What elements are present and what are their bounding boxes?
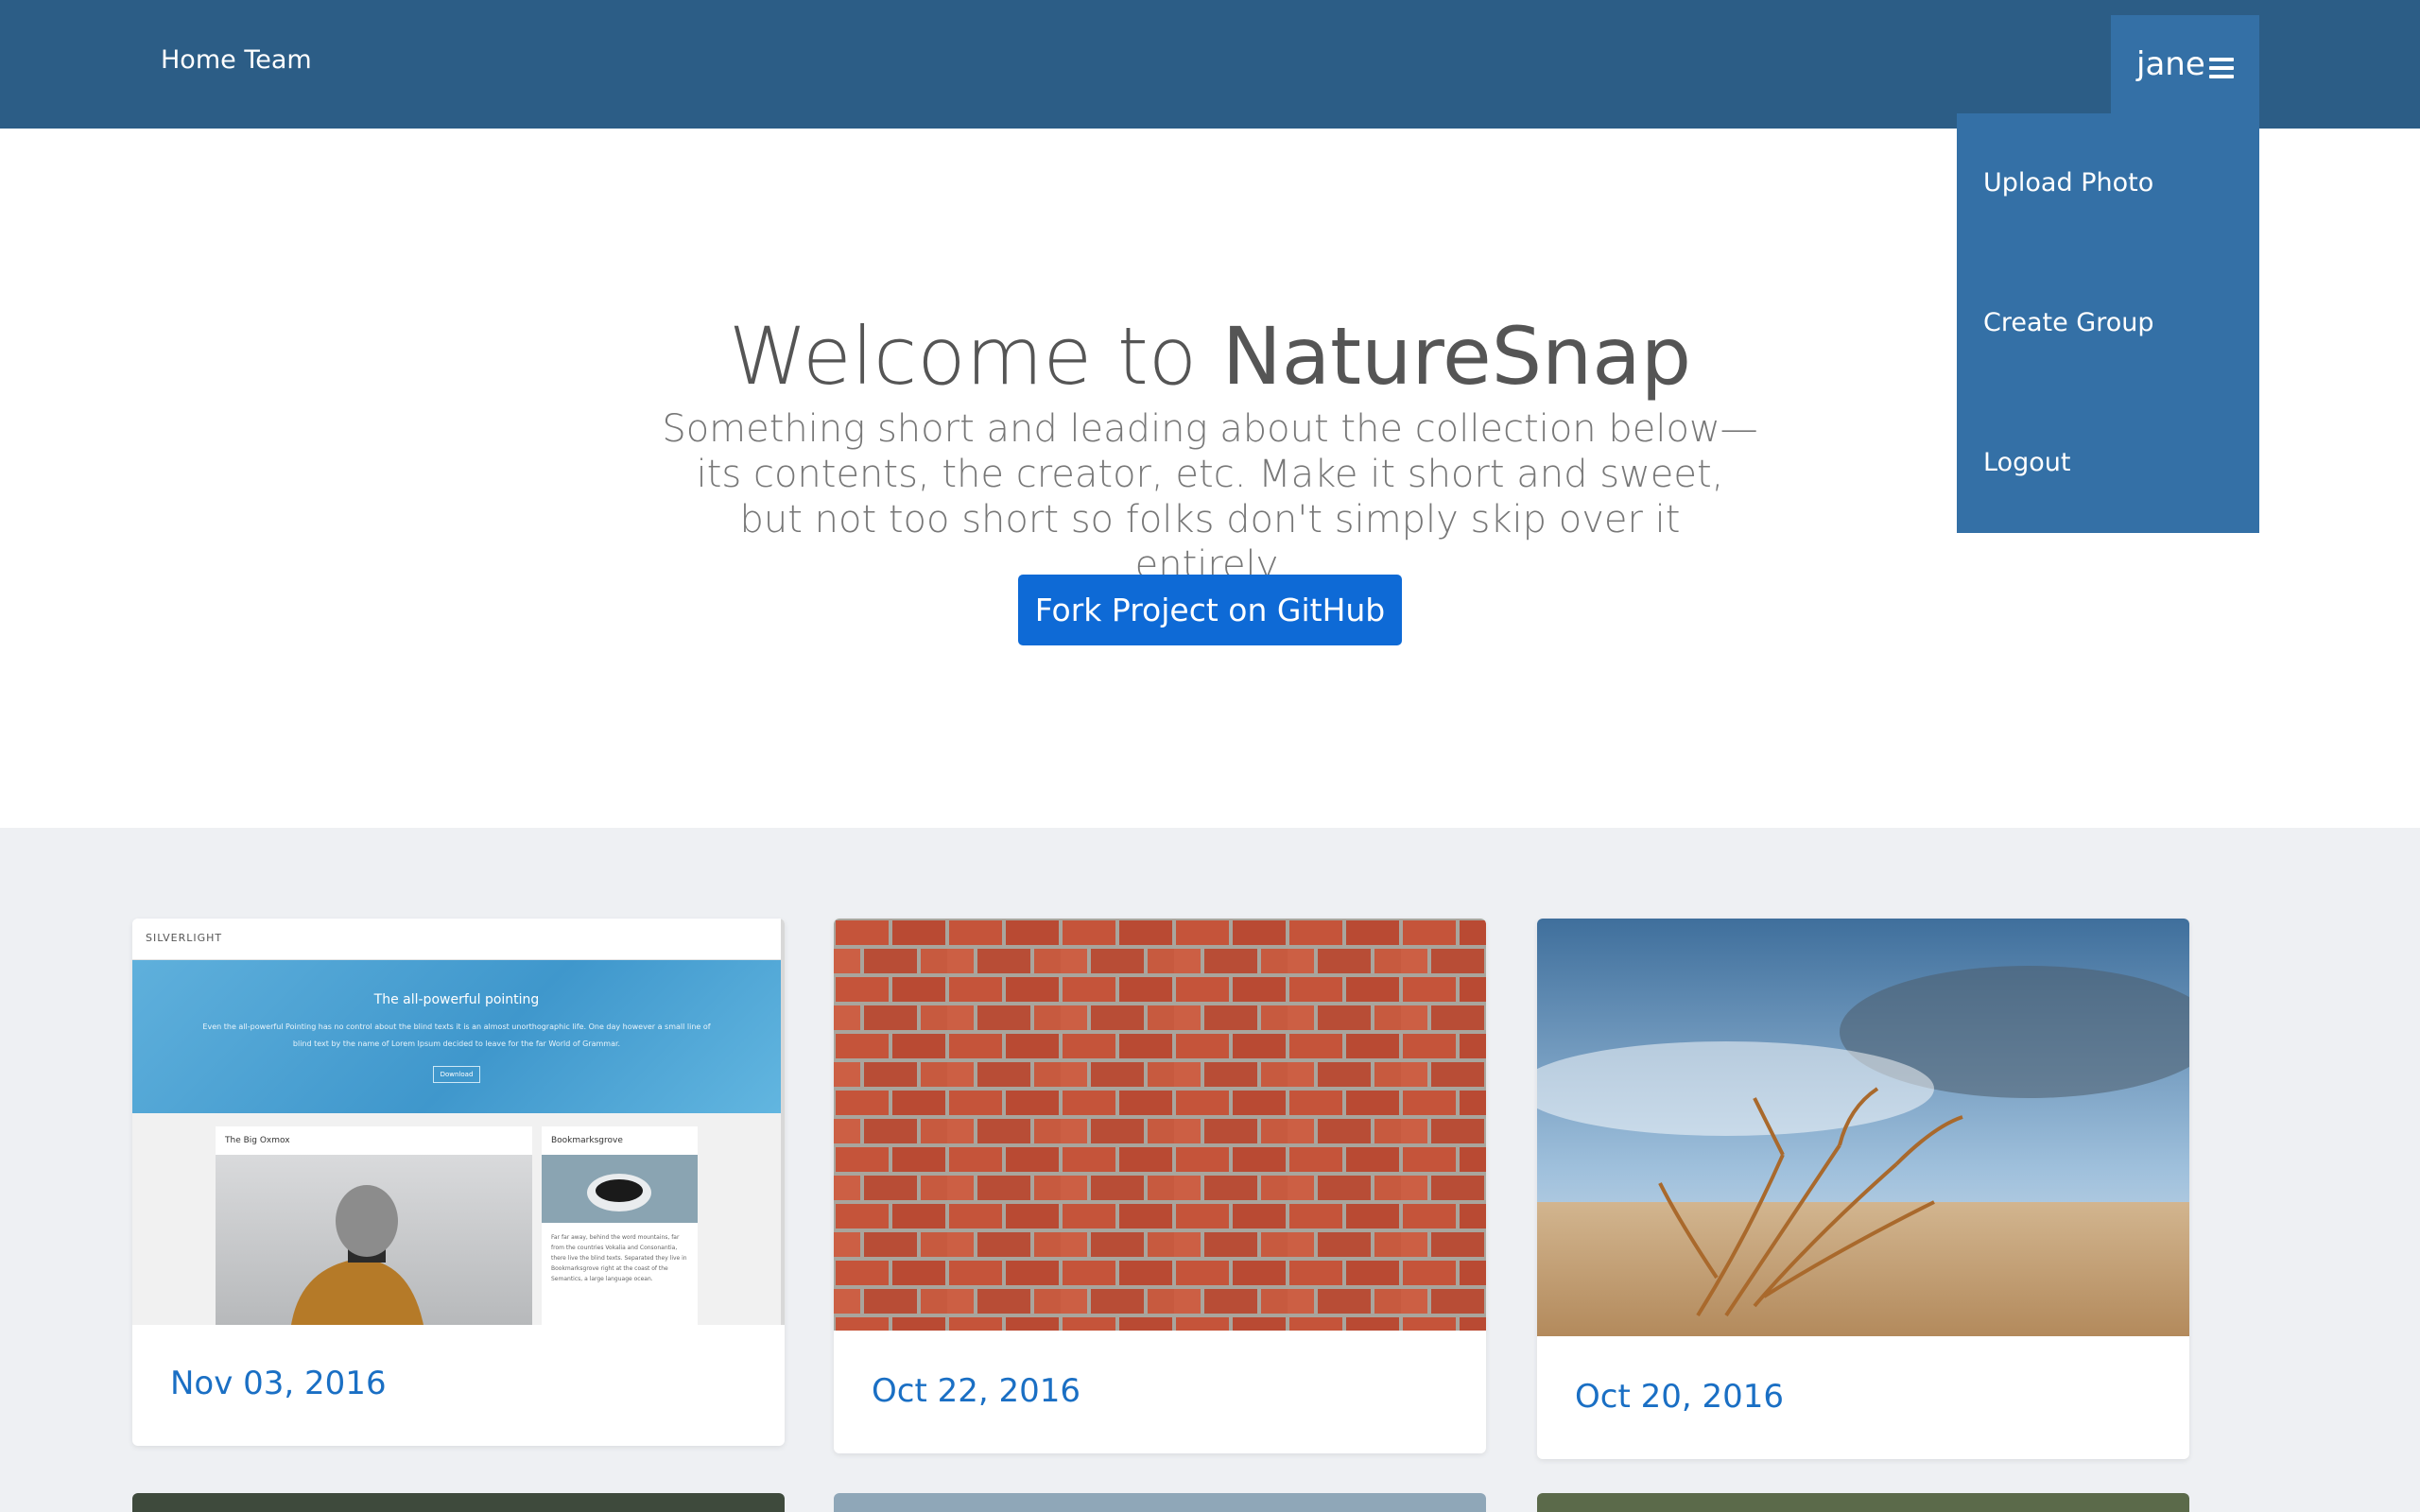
photo-card-partial[interactable] [132,1493,785,1512]
photo-card[interactable]: Oct 20, 2016 [1537,919,2189,1459]
thumbnail-hero: The all-powerful pointing Even the all-p… [132,960,781,1113]
hero-lead-text: Something short and leading about the co… [662,407,1758,587]
thumbnail-card-title: Bookmarksgrove [551,1136,623,1145]
photo-thumbnail[interactable] [1537,919,2189,1336]
person-hat-illustration [291,1185,424,1325]
brick-wall-image [834,919,1486,1331]
thumbnail-hero-text: Even the all-powerful Pointing has no co… [202,1022,711,1048]
thumbnail-card-text: Far far away, behind the word mountains,… [551,1234,687,1282]
photo-card[interactable]: Oct 22, 2016 [834,919,1486,1453]
user-dropdown-menu: Upload Photo Create Group Logout [1957,113,2259,533]
photo-card[interactable]: SILVERLIGHT The all-powerful pointing Ev… [132,919,785,1446]
hamburger-menu-icon [2209,58,2234,78]
user-menu-toggle[interactable]: jane [2111,15,2259,129]
photo-thumbnail[interactable]: SILVERLIGHT The all-powerful pointing Ev… [132,919,785,1325]
thumbnail-hero-title: The all-powerful pointing [373,992,540,1007]
menu-item-create-group[interactable]: Create Group [1983,308,2154,337]
thumbnail-card-title: The Big Oxmox [225,1136,290,1145]
thumbnail-card: Bookmarksgrove Far far away, behind the … [542,1126,698,1325]
thumbnail-header: SILVERLIGHT [132,919,785,960]
menu-item-logout[interactable]: Logout [1983,448,2070,477]
fork-github-button[interactable]: Fork Project on GitHub [1018,575,1402,645]
title-brand: NatureSnap [1221,310,1692,403]
photo-date[interactable]: Oct 22, 2016 [872,1372,1080,1410]
title-prefix: Welcome to [728,310,1222,403]
dry-tree-image [1537,919,2189,1336]
photo-date[interactable]: Nov 03, 2016 [170,1365,387,1402]
photo-date[interactable]: Oct 20, 2016 [1575,1378,1784,1416]
top-navbar: Home Team jane [0,0,2420,129]
photo-thumbnail[interactable] [834,919,1486,1331]
thumbnail-scrollbar [781,919,785,1325]
menu-item-upload-photo[interactable]: Upload Photo [1983,168,2153,198]
username-label: jane [2136,45,2205,83]
photo-card-partial[interactable] [834,1493,1486,1512]
coffee-cup-image [542,1155,698,1223]
thumbnail-brand: SILVERLIGHT [146,932,223,944]
thumbnail-download-button: Download [433,1066,480,1083]
thumbnail-body: The Big Oxmox Bookmarksgrove Far far awa… [132,1113,781,1325]
thumbnail-card: The Big Oxmox [216,1126,532,1325]
brand-link[interactable]: Home Team [161,45,312,75]
thumbnail-card-image [216,1155,532,1325]
photo-card-partial[interactable] [1537,1493,2189,1512]
